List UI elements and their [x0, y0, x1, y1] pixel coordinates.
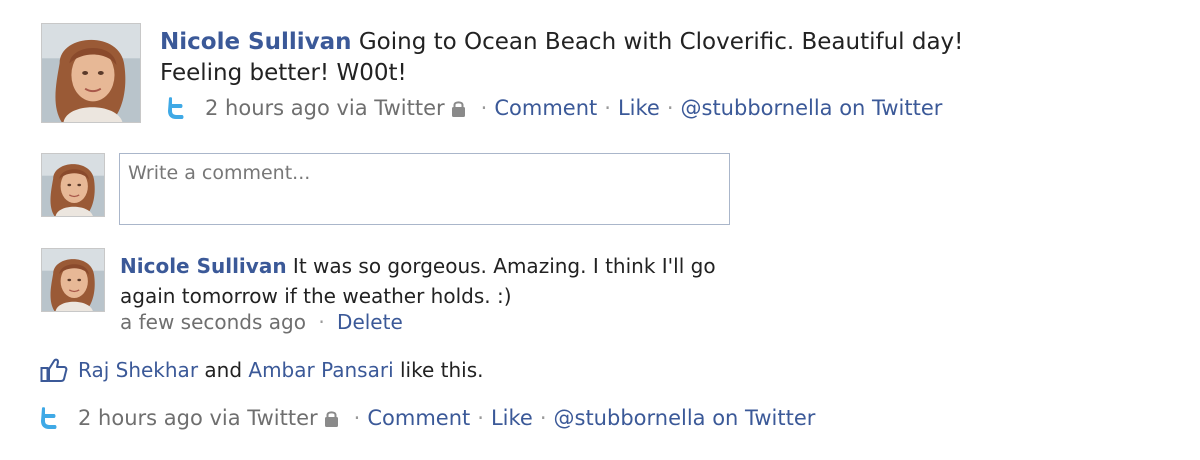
post-author-link[interactable]: Nicole Sullivan [160, 29, 352, 55]
meta-separator: · [666, 96, 674, 120]
likes-suffix-text: like this. [393, 358, 484, 382]
meta-separator: · [318, 310, 325, 334]
footer-timestamp: 2 hours ago via Twitter [78, 406, 318, 430]
twitter-icon [41, 407, 57, 429]
post-like-link[interactable]: Like [618, 96, 660, 120]
comment-body: Nicole Sullivan It was so gorgeous. Amaz… [120, 251, 760, 311]
twitter-icon [168, 97, 184, 119]
post-comment-link[interactable]: Comment [494, 96, 597, 120]
thumbs-up-icon [40, 358, 68, 382]
comment-timestamp: a few seconds ago [120, 310, 306, 334]
footer-twitter-profile-link[interactable]: @stubbornella on Twitter [554, 406, 816, 430]
meta-separator: · [604, 96, 611, 120]
avatar-photo [42, 24, 140, 122]
likes-and-text: and [198, 358, 249, 382]
comment-input[interactable] [119, 153, 730, 225]
post-avatar[interactable] [41, 23, 141, 123]
meta-separator: · [477, 406, 484, 430]
post-meta: 2 hours ago via Twitter · Comment · Like… [165, 96, 942, 120]
lock-icon [451, 100, 465, 117]
liker-link[interactable]: Ambar Pansari [248, 358, 393, 382]
comment-avatar[interactable] [41, 248, 105, 312]
footer-like-link[interactable]: Like [491, 406, 533, 430]
avatar-photo [42, 154, 104, 216]
post-timestamp: 2 hours ago via Twitter [205, 96, 445, 120]
meta-separator: · [353, 406, 361, 430]
meta-separator: · [539, 406, 547, 430]
post-twitter-profile-link[interactable]: @stubbornella on Twitter [681, 96, 943, 120]
delete-comment-link[interactable]: Delete [337, 310, 403, 334]
meta-separator: · [480, 96, 488, 120]
lock-icon [324, 410, 338, 427]
likes-summary: Raj Shekhar and Ambar Pansari like this. [40, 357, 484, 383]
footer-comment-link[interactable]: Comment [367, 406, 470, 430]
liker-link[interactable]: Raj Shekhar [78, 358, 198, 382]
composer-avatar [41, 153, 105, 217]
footer-meta: 2 hours ago via Twitter · Comment · Like… [38, 406, 815, 430]
comment-meta: a few seconds ago · Delete [120, 310, 403, 334]
feed-story: Nicole Sullivan Going to Ocean Beach wit… [0, 0, 1200, 460]
post-body: Nicole Sullivan Going to Ocean Beach wit… [160, 27, 980, 89]
comment-author-link[interactable]: Nicole Sullivan [120, 254, 287, 278]
avatar-photo [42, 249, 104, 311]
